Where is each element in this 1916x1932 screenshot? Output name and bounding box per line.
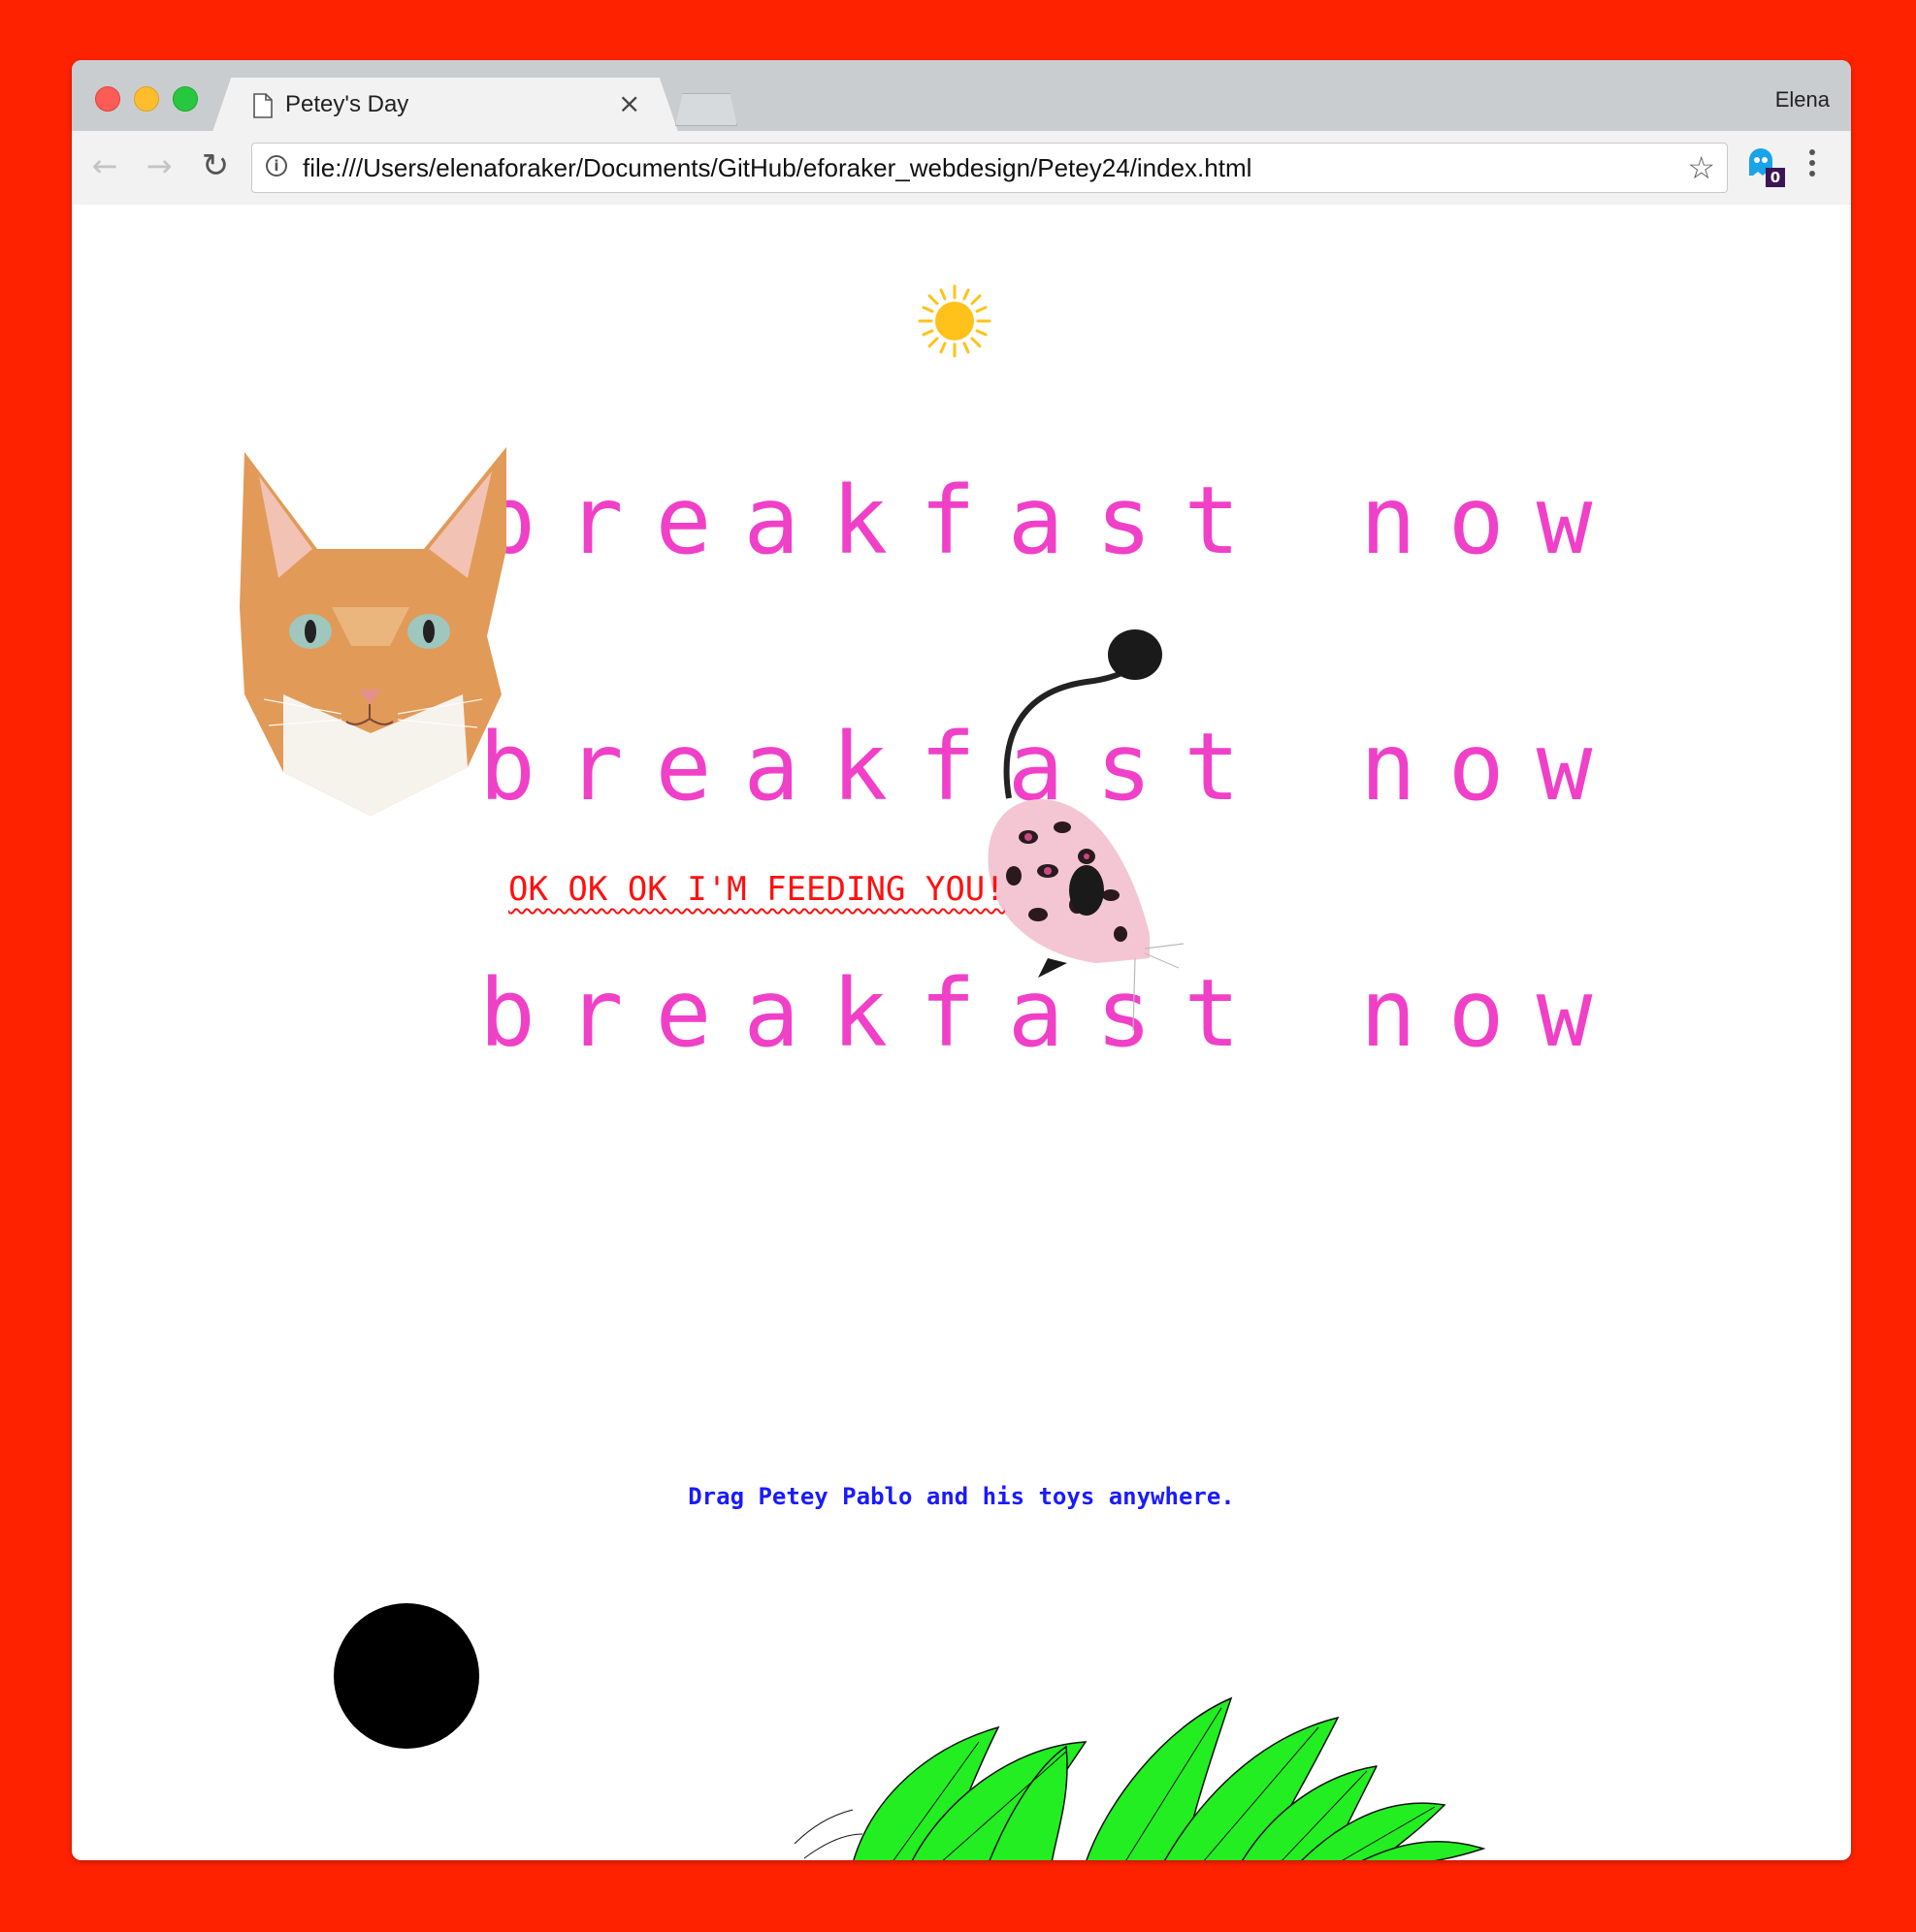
ghost-extension-icon[interactable]: 0 xyxy=(1746,146,1785,189)
document-icon xyxy=(253,93,273,118)
toy-mouse-image[interactable] xyxy=(980,624,1271,1041)
window-minimize-button[interactable] xyxy=(134,86,159,112)
profile-name[interactable]: Elena xyxy=(1775,87,1830,113)
tab-strip: Petey's Day × Elena xyxy=(72,60,1851,132)
info-icon[interactable]: i xyxy=(266,155,287,177)
url-text[interactable]: file:///Users/elenaforaker/Documents/Git… xyxy=(303,153,1251,183)
browser-window: Petey's Day × Elena ← → ↻ i file:///User… xyxy=(72,60,1851,1860)
tab-close-icon[interactable]: × xyxy=(618,87,640,119)
sun-icon[interactable] xyxy=(916,282,993,360)
reload-icon[interactable]: ↻ xyxy=(196,146,235,185)
window-maximize-button[interactable] xyxy=(173,86,198,112)
breakfast-text-1: breakfast now xyxy=(479,467,1625,575)
cat-head-image[interactable] xyxy=(225,442,516,821)
feeding-text: OK OK OK I'M FEEDING YOU! xyxy=(508,870,1005,909)
menu-icon[interactable] xyxy=(1802,145,1822,187)
toolbar: ← → ↻ i file:///Users/elenaforaker/Docum… xyxy=(72,131,1851,206)
new-tab-button[interactable] xyxy=(675,93,737,126)
extension-badge: 0 xyxy=(1766,168,1785,187)
black-ball-toy[interactable] xyxy=(334,1603,479,1749)
plant-image[interactable] xyxy=(795,1689,1512,1860)
back-icon[interactable]: ← xyxy=(85,146,124,185)
window-close-button[interactable] xyxy=(95,86,120,112)
tab-peteys-day[interactable]: Petey's Day × xyxy=(212,78,678,132)
forward-icon[interactable]: → xyxy=(140,146,179,185)
tab-title: Petey's Day xyxy=(285,91,409,117)
page-content: breakfast now breakfast now breakfast no… xyxy=(72,205,1851,1860)
star-icon[interactable]: ☆ xyxy=(1687,149,1715,186)
address-bar[interactable]: i file:///Users/elenaforaker/Documents/G… xyxy=(251,143,1728,193)
instruction-text: Drag Petey Pablo and his toys anywhere. xyxy=(688,1483,1235,1510)
